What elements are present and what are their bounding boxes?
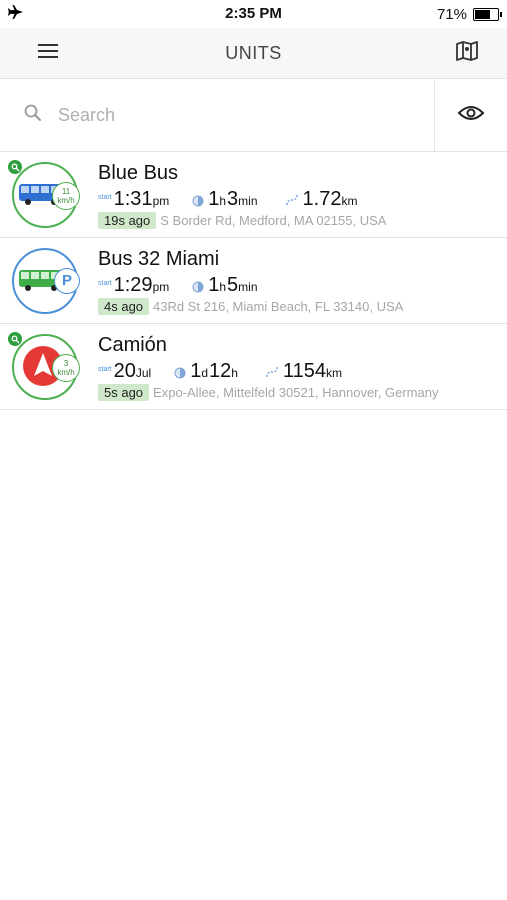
unit-avatar: 3 km/h (8, 332, 80, 400)
unit-stats: start 1:29 pm 1 h 5 min (98, 274, 258, 298)
duration-icon (192, 194, 204, 212)
distance-value: 1154 (282, 360, 326, 382)
unit-name: Camión (98, 334, 167, 356)
unit-name: Bus 32 Miami (98, 248, 220, 270)
distance-value: 1.72 (302, 188, 342, 210)
search-badge-icon (8, 160, 22, 174)
unit-avatar: P (12, 248, 80, 314)
unit-stats: start 1:31 pm 1 h 3 min 1.72 km (98, 188, 358, 212)
start-time: 1:31 (113, 188, 153, 210)
menu-icon[interactable] (38, 43, 58, 64)
start-label: start (98, 280, 112, 287)
unit-row-bus-32-miami[interactable]: P Bus 32 Miami start 1:29 pm 1 h 5 min 4… (0, 238, 507, 324)
unit-row-blue-bus[interactable]: 11 km/h Blue Bus start 1:31 pm 1 h 3 min… (0, 152, 507, 238)
speed-indicator: 11 km/h (52, 182, 80, 210)
eye-icon (457, 104, 485, 127)
unit-address: Expo-Allee, Mittelfeld 30521, Hannover, … (153, 385, 439, 400)
status-bar: 2:35 PM 71% (0, 0, 507, 28)
status-time: 2:35 PM (225, 5, 282, 22)
distance-icon (265, 365, 279, 384)
search-badge-icon (8, 332, 22, 346)
distance-unit: km (341, 194, 358, 208)
battery-icon (473, 7, 502, 21)
parking-icon: P (54, 268, 80, 294)
search-row (0, 79, 507, 152)
last-update-badge: 19s ago (98, 212, 157, 229)
start-label: start (98, 194, 112, 201)
start-suffix: Jul (135, 366, 152, 380)
unit-meta: 4s ago 43Rd St 216, Miami Beach, FL 3314… (98, 298, 403, 315)
start-suffix: pm (152, 194, 170, 208)
start-time: 1:29 (113, 274, 153, 296)
distance-icon (285, 193, 299, 212)
start-time: 20 (113, 360, 136, 382)
nav-bar: UNITS (0, 28, 507, 79)
unit-stats: start 20 Jul 1 d 12 h 1154 km (98, 360, 342, 384)
speed-indicator: 3 km/h (52, 354, 80, 382)
search-icon (24, 104, 42, 127)
duration-icon (192, 280, 204, 298)
unit-avatar: 11 km/h (8, 160, 80, 228)
page-title: UNITS (225, 42, 282, 63)
unit-name: Blue Bus (98, 162, 179, 184)
start-label: start (98, 366, 112, 373)
search-input[interactable] (56, 103, 360, 127)
start-suffix: pm (152, 280, 170, 294)
last-update-badge: 5s ago (98, 384, 150, 401)
unit-row-camion[interactable]: 3 km/h Camión start 20 Jul 1 d 12 h 1154… (0, 324, 507, 410)
last-update-badge: 4s ago (98, 298, 150, 315)
visibility-button[interactable] (434, 79, 507, 151)
unit-address: 43Rd St 216, Miami Beach, FL 33140, USA (153, 299, 404, 314)
distance-unit: km (325, 366, 342, 380)
unit-meta: 19s ago S Border Rd, Medford, MA 02155, … (98, 212, 386, 229)
duration-icon (174, 366, 186, 384)
unit-meta: 5s ago Expo-Allee, Mittelfeld 30521, Han… (98, 384, 438, 401)
search-box (0, 79, 434, 151)
map-icon[interactable] (455, 40, 479, 66)
unit-address: S Border Rd, Medford, MA 02155, USA (160, 213, 387, 228)
